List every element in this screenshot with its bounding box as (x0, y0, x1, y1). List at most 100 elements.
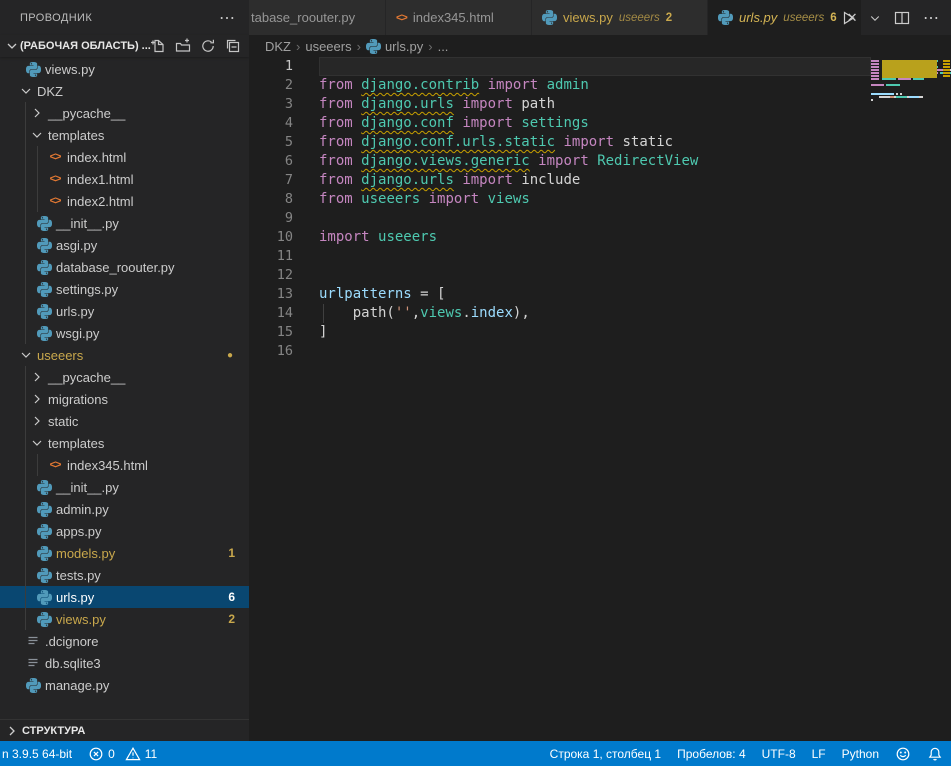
tab-index345.html[interactable]: <>index345.html (386, 0, 532, 35)
minimap-line-mark (871, 72, 879, 74)
tree-item-.dcignore[interactable]: .dcignore (0, 630, 249, 652)
explorer-sidebar: ПРОВОДНИК ⋯ (РАБОЧАЯ ОБЛАСТЬ) ... views.… (0, 0, 249, 741)
new-folder-icon[interactable] (175, 38, 191, 54)
chevron-right-icon (29, 105, 45, 121)
minimap-line-mark (896, 93, 898, 95)
tree-item-label: __init__.py (56, 216, 119, 231)
line-number: 5 (249, 133, 311, 152)
python-file-icon (35, 304, 53, 319)
new-file-icon[interactable] (150, 38, 166, 54)
code-line-5: from django.conf.urls.static import stat… (319, 133, 698, 152)
code-editor[interactable]: 12345678910111213141516 from django.cont… (249, 57, 951, 741)
tree-item-asgi.py[interactable]: asgi.py (0, 234, 249, 256)
workspace-section-header[interactable]: (РАБОЧАЯ ОБЛАСТЬ) ... (0, 35, 249, 57)
tree-item-label: models.py (56, 546, 115, 561)
tree-item-label: wsgi.py (56, 326, 99, 341)
tree-item-__pycache__[interactable]: __pycache__ (0, 102, 249, 124)
more-actions-icon[interactable]: ⋯ (923, 8, 939, 28)
status-problems[interactable]: 011 (80, 741, 165, 766)
code-line-11 (319, 247, 698, 266)
tree-item-label: views.py (56, 612, 106, 627)
minimap[interactable] (871, 57, 941, 741)
ellipsis-icon[interactable]: ⋯ (215, 8, 239, 28)
run-icon[interactable] (840, 10, 856, 26)
chevron-down-icon (18, 347, 34, 363)
status-language-mode[interactable]: Python (834, 741, 887, 766)
html-file-icon: <> (396, 12, 407, 24)
status-python-interpreter[interactable]: n 3.9.5 64-bit (0, 741, 80, 766)
tab-tabase_roouter.py[interactable]: tabase_roouter.py (249, 0, 386, 35)
python-file-icon (35, 260, 53, 275)
tab-views.py[interactable]: views.pyuseeers2 (532, 0, 708, 35)
breadcrumb-item-urlspy[interactable]: urls.py (366, 39, 423, 54)
tree-indent-guide (25, 366, 26, 630)
tree-item-label: index345.html (67, 458, 148, 473)
tree-item-manage.py[interactable]: manage.py (0, 674, 249, 696)
tree-item-static[interactable]: static (0, 410, 249, 432)
status-language-mode-label: Python (842, 747, 879, 761)
tree-item-wsgi.py[interactable]: wsgi.py (0, 322, 249, 344)
breadcrumb-separator: › (294, 39, 302, 54)
outline-section-header[interactable]: СТРУКТУРА (0, 719, 249, 741)
minimap-line-mark (898, 78, 911, 80)
line-number: 12 (249, 266, 311, 285)
line-number: 9 (249, 209, 311, 228)
explorer-title: ПРОВОДНИК (20, 12, 215, 24)
line-number: 8 (249, 190, 311, 209)
tree-item-db.sqlite3[interactable]: db.sqlite3 (0, 652, 249, 674)
tree-item-admin.py[interactable]: admin.py (0, 498, 249, 520)
minimap-line-mark (900, 93, 902, 95)
tree-item-urls.py[interactable]: urls.py (0, 300, 249, 322)
tree-item-database_roouter.py[interactable]: database_roouter.py (0, 256, 249, 278)
minimap-line-mark (871, 60, 879, 62)
breadcrumb-item-[interactable]: ... (438, 39, 449, 54)
tree-item-views.py[interactable]: views.py2 (0, 608, 249, 630)
tree-item-settings.py[interactable]: settings.py (0, 278, 249, 300)
tree-item-tests.py[interactable]: tests.py (0, 564, 249, 586)
status-indentation[interactable]: Пробелов: 4 (669, 741, 754, 766)
status-encoding[interactable]: UTF-8 (754, 741, 804, 766)
overview-warning-mark (943, 66, 950, 68)
tree-item-useeers[interactable]: useeers● (0, 344, 249, 366)
code-line-13: urlpatterns = [ (319, 285, 698, 304)
tree-item-templates[interactable]: templates (0, 432, 249, 454)
chevron-down-icon (29, 435, 45, 451)
tree-item-label: apps.py (56, 524, 102, 539)
tree-item-migrations[interactable]: migrations (0, 388, 249, 410)
tree-item-DKZ[interactable]: DKZ (0, 80, 249, 102)
split-editor-icon[interactable] (894, 10, 910, 26)
tree-item-templates[interactable]: templates (0, 124, 249, 146)
tree-item-apps.py[interactable]: apps.py (0, 520, 249, 542)
minimap-line-mark (871, 75, 879, 77)
status-notifications[interactable] (919, 741, 951, 766)
tree-item-label: database_roouter.py (56, 260, 175, 275)
status-python-interpreter-label: n 3.9.5 64-bit (2, 747, 72, 761)
code-line-6: from django.views.generic import Redirec… (319, 152, 698, 171)
run-dropdown-icon[interactable] (869, 12, 881, 24)
status-eol[interactable]: LF (804, 741, 834, 766)
breadcrumb-item-useeers[interactable]: useeers (305, 39, 351, 54)
minimap-line-mark (882, 78, 897, 80)
tree-item-__pycache__[interactable]: __pycache__ (0, 366, 249, 388)
tree-indent-guide (37, 454, 38, 476)
refresh-icon[interactable] (200, 38, 216, 54)
overview-warning-mark (943, 60, 950, 62)
tree-item-models.py[interactable]: models.py1 (0, 542, 249, 564)
feedback-icon (895, 746, 911, 762)
breadcrumb-label: urls.py (385, 39, 423, 54)
tree-item-__init__.py[interactable]: __init__.py (0, 212, 249, 234)
tree-item-__init__.py[interactable]: __init__.py (0, 476, 249, 498)
error-icon (88, 746, 104, 762)
problems-badge: 6 (228, 590, 235, 604)
collapse-all-icon[interactable] (225, 38, 241, 54)
breadcrumb-item-DKZ[interactable]: DKZ (265, 39, 291, 54)
tree-item-views.py[interactable]: views.py (0, 58, 249, 80)
minimap-line-mark (871, 69, 879, 71)
status-cursor-position[interactable]: Строка 1, столбец 1 (542, 741, 669, 766)
chevron-down-icon (18, 83, 34, 99)
tree-item-urls.py[interactable]: urls.py6 (0, 586, 249, 608)
status-bar: n 3.9.5 64-bit 011 Строка 1, столбец 1Про… (0, 741, 951, 766)
tree-item-label: __init__.py (56, 480, 119, 495)
status-feedback[interactable] (887, 741, 919, 766)
status-left: n 3.9.5 64-bit 011 (0, 741, 165, 766)
